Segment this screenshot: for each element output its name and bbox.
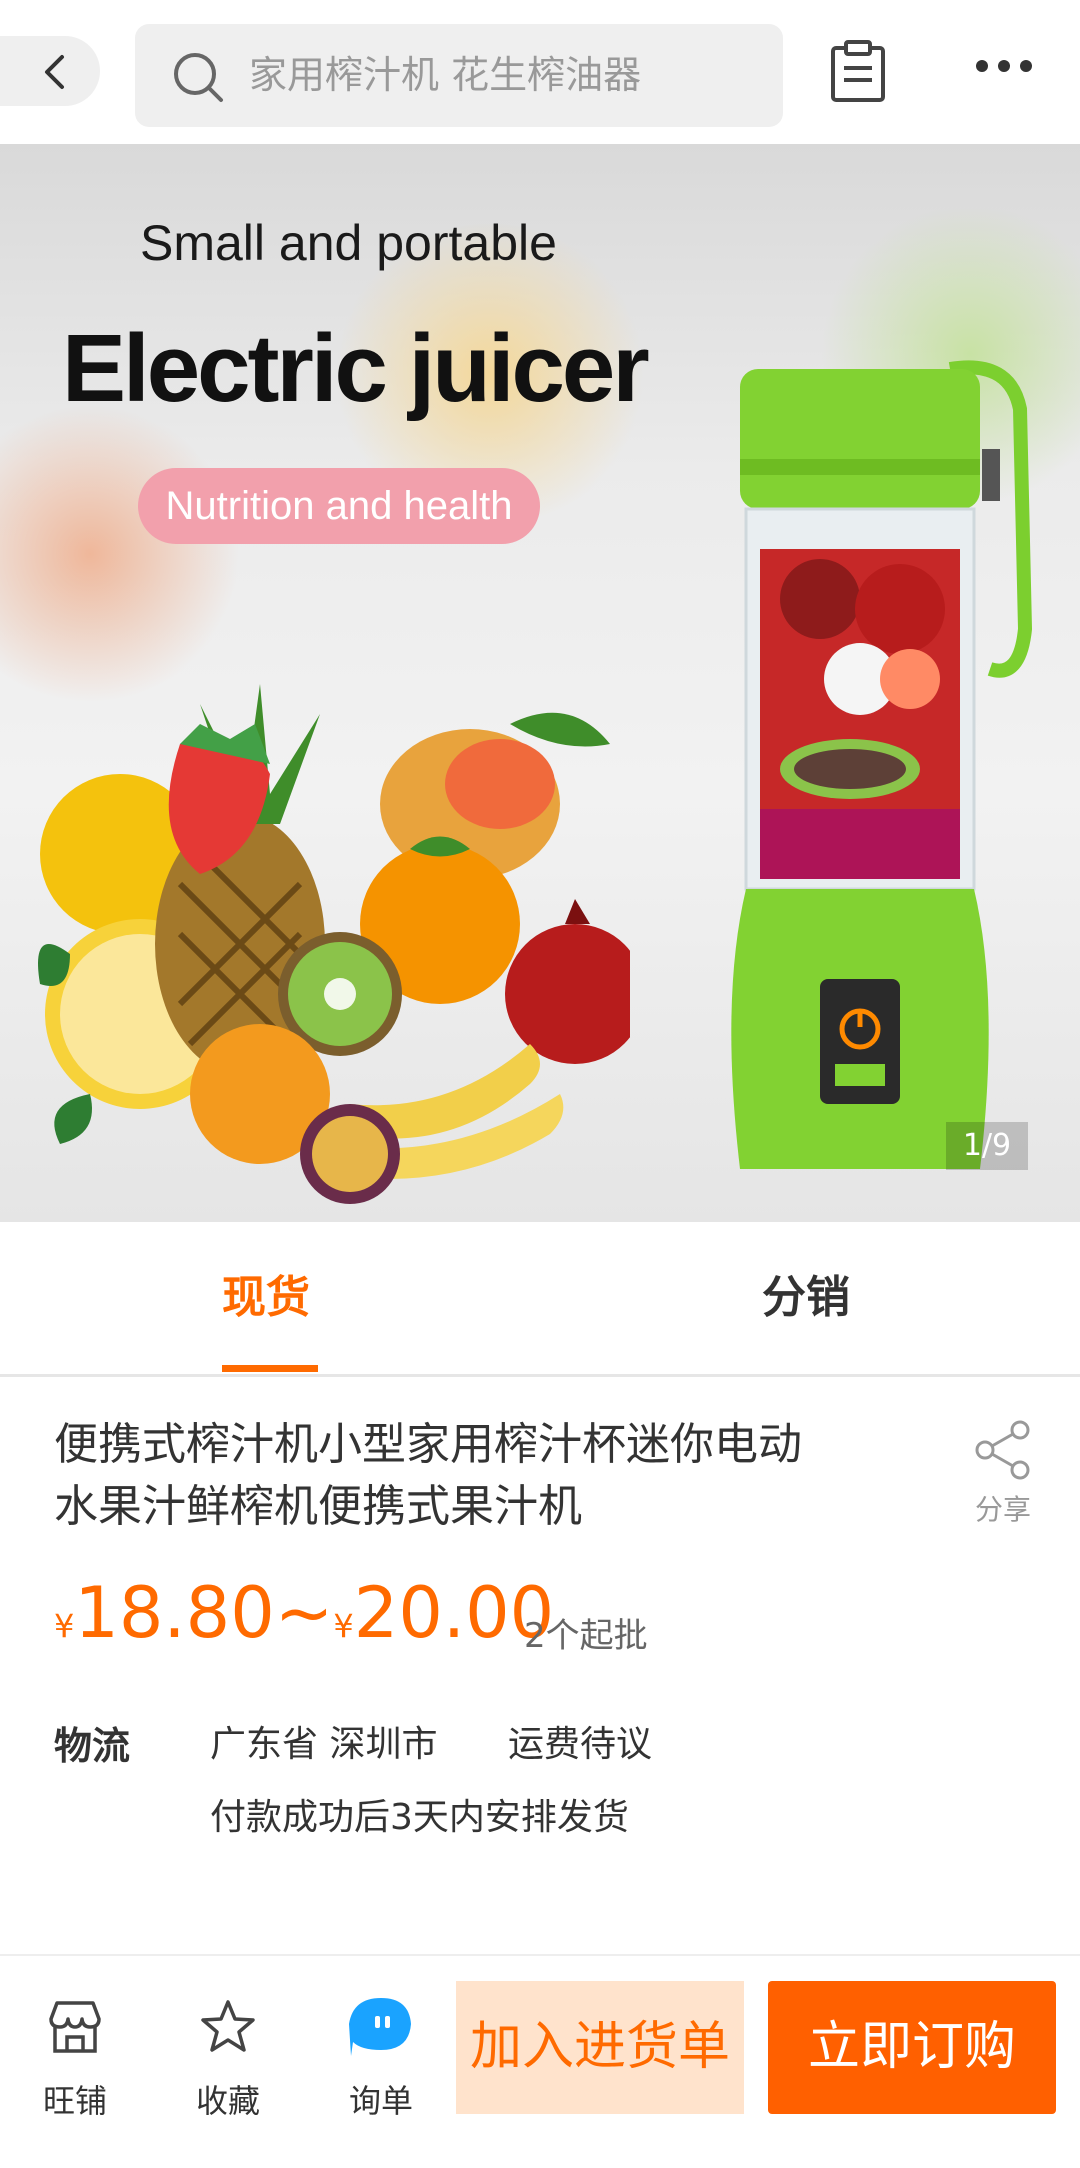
add-to-cart-button[interactable]: 加入进货单 [456,1981,744,2114]
share-button[interactable]: 分享 [968,1420,1038,1528]
juicer-bottle-illustration [731,360,1033,1169]
chat-bubble-icon [349,1998,411,2056]
store-button[interactable]: 旺铺 [20,1996,130,2122]
ship-from-location: 广东省 深圳市 [210,1724,438,1765]
favorite-label: 收藏 [195,2082,260,2120]
store-icon [49,2001,101,2053]
price-range: ¥18.80~¥20.00 [54,1572,554,1654]
inquiry-button[interactable]: 询单 [326,1996,436,2122]
search-icon [174,53,223,102]
search-query: 家用榨汁机 花生榨油器 [249,53,642,97]
product-title-line: 便携式榨汁机小型家用榨汁杯迷你电动 [54,1419,802,1470]
logistics-label: 物流 [54,1724,131,1768]
buy-now-button[interactable]: 立即订购 [768,1981,1056,2114]
store-label: 旺铺 [42,2082,107,2120]
more-icon[interactable] [975,58,1033,74]
inquiry-label: 询单 [348,2082,413,2120]
favorite-button[interactable]: 收藏 [173,1996,283,2122]
shipping-time: 付款成功后3天内安排发货 [210,1797,629,1838]
search-input[interactable]: 家用榨汁机 花生榨油器 [135,24,783,127]
hero-subtitle: Small and portable [140,215,557,271]
price-low: 18.80 [74,1572,275,1654]
currency-symbol: ¥ [54,1607,75,1645]
tab-in-stock[interactable]: 现货 [222,1222,310,1374]
currency-symbol: ¥ [333,1607,354,1645]
hero-badge: Nutrition and health [138,468,540,544]
product-title: 便携式榨汁机小型家用榨汁杯迷你电动 水果汁鲜榨机便携式果汁机 [54,1414,904,1538]
hero-title: Electric juicer [62,315,650,422]
price-separator: ~ [274,1572,334,1654]
active-tab-indicator [222,1365,318,1372]
product-image-carousel[interactable]: Small and portable Electric juicer Nutri… [0,144,1080,1222]
share-label: 分享 [974,1493,1031,1526]
product-title-line: 水果汁鲜榨机便携式果汁机 [54,1481,582,1532]
star-icon [201,2000,255,2052]
clipboard-icon[interactable] [828,40,888,104]
share-icon [975,1420,1030,1480]
back-button[interactable] [0,36,100,106]
top-bar: 家用榨汁机 花生榨油器 [0,0,1080,144]
bottom-action-bar: 旺铺 收藏 询单 加入进货单 立即订购 [0,1954,1080,2168]
minimum-order-quantity: 2个起批 [524,1616,648,1656]
background-blur [0,404,240,704]
chevron-left-icon [45,55,64,89]
tab-bar: 现货 分销 [0,1222,1080,1377]
image-counter: 1/9 [946,1122,1028,1170]
shipping-fee: 运费待议 [508,1724,653,1765]
fruits-illustration [38,684,630,1204]
tab-distribution[interactable]: 分销 [762,1222,850,1374]
